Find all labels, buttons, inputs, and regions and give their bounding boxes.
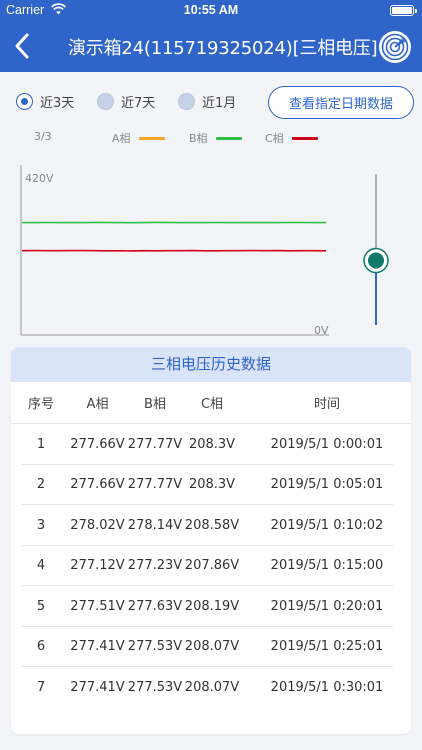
range-option-label: 近7天 [121,96,156,111]
cell-phase-a: 277.41V [70,679,125,695]
header-index: 序号 [27,397,54,412]
back-icon[interactable] [12,32,34,60]
cell-phase-b: 278.14V [127,517,183,533]
cell-index: 1 [36,436,46,452]
cell-time: 2019/5/1 0:00:01 [270,436,384,452]
radar-icon[interactable] [378,30,412,64]
legend-label: C相 [265,132,284,145]
slider-handle[interactable] [368,252,384,269]
cell-phase-b: 277.53V [127,679,183,695]
table-header: 序号 A相 B相 C相 时间 [11,382,411,424]
cell-time: 2019/5/1 0:15:00 [270,558,384,574]
cell-phase-c: 208.19V [184,598,240,614]
legend-swatch [215,136,242,140]
range-option-1month[interactable]: 近1月 [178,92,236,111]
cell-time: 2019/5/1 0:20:01 [270,598,384,614]
legend-item-a: A相 [112,130,165,146]
view-date-button[interactable]: 查看指定日期数据 [268,86,414,119]
cell-index: 2 [36,477,46,493]
chart-legend: 3/3 A相 B相 C相 [0,130,422,146]
cell-phase-b: 277.77V [127,477,183,493]
cell-phase-c: 208.58V [184,517,240,533]
cell-time: 2019/5/1 0:10:02 [270,517,384,533]
y-tick-min: 0V [314,324,329,337]
legend-label: B相 [189,132,208,145]
cell-time: 2019/5/1 0:30:01 [270,679,384,695]
cell-phase-b: 277.53V [127,639,183,655]
table-row: 5 277.51V 277.63V 208.19V 2019/5/1 0:20:01 [11,586,411,627]
battery-icon [390,5,417,16]
legend-swatch [291,136,318,140]
cell-time: 2019/5/1 0:05:01 [270,477,384,493]
radio-icon [97,93,114,110]
time-range-filters: 近3天 近7天 近1月 查看指定日期数据 [0,84,422,120]
cell-index: 5 [36,598,46,614]
cell-time: 2019/5/1 0:25:01 [270,639,384,655]
cell-phase-a: 277.51V [70,598,125,614]
radio-icon [178,93,195,110]
range-option-label: 近1月 [202,96,237,111]
table-body: 1 277.66V 277.77V 208.3V 2019/5/1 0:00:01 2 27… [11,424,411,708]
cell-phase-a: 277.41V [70,639,125,655]
legend-swatch [138,136,165,140]
header-phase-c: C相 [200,397,224,412]
header-phase-a: A相 [86,397,109,412]
header-time: 时间 [313,397,340,412]
cell-phase-c: 208.07V [184,679,240,695]
range-option-label: 近3天 [40,96,75,111]
cell-phase-b: 277.23V [127,558,183,574]
cell-phase-a: 277.66V [70,436,125,452]
table-row: 4 277.12V 277.23V 207.86V 2019/5/1 0:15:00 [11,546,411,587]
header-bar: Carrier 10:55 AM 演示箱24(115719325024)[三相电… [0,0,422,72]
cell-index: 6 [36,639,46,655]
legend-label: A相 [112,132,131,145]
cell-phase-b: 277.63V [127,598,183,614]
range-option-3days[interactable]: 近3天 [16,92,74,111]
table-row: 6 277.41V 277.53V 208.07V 2019/5/1 0:25:01 [11,627,411,668]
table-row: 3 278.02V 278.14V 208.58V 2019/5/1 0:10:02 [11,505,411,546]
legend-item-c: C相 [265,130,318,146]
table-row: 7 277.41V 277.53V 208.07V 2019/5/1 0:30:01 [11,667,411,708]
cell-phase-c: 208.3V [188,436,236,452]
cell-index: 4 [36,558,46,574]
page-indicator: 3/3 [34,130,52,143]
history-table-card: 三相电压历史数据 序号 A相 B相 C相 时间 1 277.66V 277.77V 2… [11,347,411,734]
header-phase-b: B相 [144,397,166,412]
cell-index: 7 [36,679,46,695]
table-title: 三相电压历史数据 [11,347,411,382]
table-row: 2 277.66V 277.77V 208.3V 2019/5/1 0:05:01 [11,465,411,506]
status-bar: Carrier 10:55 AM [0,0,422,22]
page-title: 演示箱24(115719325024)[三相电压] [68,38,378,59]
legend-item-b: B相 [189,130,242,146]
cell-phase-c: 208.07V [184,639,240,655]
range-option-7days[interactable]: 近7天 [97,92,155,111]
voltage-line-chart: 420V 0V [20,165,389,337]
cell-phase-a: 278.02V [70,517,125,533]
table-row: 1 277.66V 277.77V 208.3V 2019/5/1 0:00:01 [11,424,411,465]
cell-phase-c: 207.86V [184,558,240,574]
cell-phase-a: 277.66V [70,477,125,493]
clock: 10:55 AM [183,3,239,17]
cell-phase-c: 208.3V [188,477,236,493]
cell-phase-a: 277.12V [70,558,125,574]
y-tick-max: 420V [25,172,54,185]
cell-index: 3 [36,517,46,533]
radio-icon [16,93,33,110]
cell-phase-b: 277.77V [127,436,183,452]
